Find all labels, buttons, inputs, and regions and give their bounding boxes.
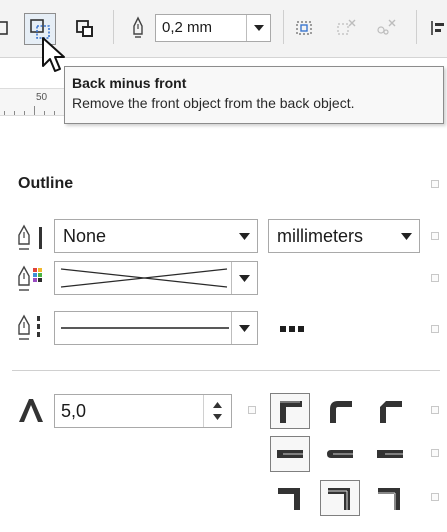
units-dropdown-value[interactable]: millimeters <box>269 220 393 252</box>
no-color-swatch <box>55 262 231 294</box>
miter-limit-field[interactable]: 5,0 <box>54 394 232 428</box>
chevron-down-icon[interactable] <box>231 312 257 344</box>
weld-disabled-icon <box>337 19 356 35</box>
extended-cap-button[interactable] <box>370 436 410 472</box>
units-dropdown[interactable]: millimeters <box>268 219 420 253</box>
lock-checkbox[interactable] <box>248 406 256 414</box>
trim-button[interactable] <box>372 15 400 41</box>
panel-title: Outline <box>18 175 74 192</box>
ruler-tick <box>4 111 5 115</box>
round-cap-icon <box>327 450 353 458</box>
lock-checkbox[interactable] <box>431 493 439 501</box>
ruler-tick <box>14 111 15 115</box>
property-bar: 0,2 mm <box>0 0 447 58</box>
mouse-cursor-icon <box>42 37 65 72</box>
lock-checkbox[interactable] <box>431 232 439 240</box>
tooltip-title: Back minus front <box>72 75 187 91</box>
bevel-corner-icon <box>380 401 402 423</box>
tooltip-description: Remove the front object from the back ob… <box>72 95 355 111</box>
outside-outline-button[interactable] <box>270 480 310 516</box>
intersect-icon <box>0 21 8 35</box>
lock-checkbox[interactable] <box>431 180 439 188</box>
miter-limit-spinner[interactable] <box>203 395 231 427</box>
inside-outline-icon <box>378 488 400 510</box>
panel-separator <box>12 370 440 371</box>
create-boundary-icon <box>296 21 312 35</box>
outline-color-icon <box>18 265 42 291</box>
create-boundary-button[interactable] <box>290 15 318 41</box>
previous-shaping-button[interactable] <box>0 18 10 38</box>
outline-pen-button[interactable] <box>126 14 150 42</box>
front-minus-back-button[interactable] <box>70 13 100 45</box>
edit-line-style-button[interactable] <box>280 326 304 332</box>
align-distribute-button[interactable] <box>426 15 447 41</box>
dot-icon <box>289 326 295 332</box>
miter-corner-button[interactable] <box>270 393 310 429</box>
outline-style-dropdown[interactable] <box>54 311 258 345</box>
align-icon <box>430 21 444 35</box>
spin-up-icon[interactable] <box>213 402 222 408</box>
ruler-tick <box>34 106 35 115</box>
centered-outline-icon <box>328 488 350 510</box>
round-corner-icon <box>330 401 352 423</box>
outline-width-value[interactable]: 0,2 mm <box>156 15 246 41</box>
chevron-down-icon[interactable] <box>393 220 419 252</box>
lock-checkbox[interactable] <box>431 449 439 457</box>
square-cap-button[interactable] <box>270 436 310 472</box>
miter-limit-value[interactable]: 5,0 <box>55 395 203 427</box>
outline-width-combo[interactable]: 0,2 mm <box>155 14 271 42</box>
ruler-tick-label: 50 <box>36 92 48 103</box>
outline-color-dropdown[interactable] <box>54 261 258 295</box>
bevel-corner-button[interactable] <box>370 393 410 429</box>
tooltip: Back minus front Remove the front object… <box>64 66 444 124</box>
outline-width-icon <box>18 224 42 250</box>
trim-disabled-icon <box>377 19 396 35</box>
chevron-down-icon[interactable] <box>231 262 257 294</box>
spin-down-icon[interactable] <box>213 414 222 420</box>
round-corner-button[interactable] <box>320 393 360 429</box>
dot-icon <box>298 326 304 332</box>
extended-cap-icon <box>377 450 403 458</box>
square-cap-icon <box>277 450 303 458</box>
toolbar-separator <box>283 10 284 44</box>
round-cap-button[interactable] <box>320 436 360 472</box>
inside-outline-button[interactable] <box>370 480 410 516</box>
lock-checkbox[interactable] <box>431 274 439 282</box>
line-style-preview <box>55 312 231 344</box>
outline-style-icon <box>18 314 40 340</box>
miter-limit-icon <box>19 399 43 422</box>
toolbar-separator <box>113 10 114 44</box>
lock-checkbox[interactable] <box>431 325 439 333</box>
front-minus-back-icon <box>76 20 93 37</box>
outside-outline-icon <box>278 488 300 510</box>
dot-icon <box>280 326 286 332</box>
horizontal-ruler: 50 <box>0 88 64 116</box>
toolbar-separator <box>416 10 417 44</box>
chevron-down-icon[interactable] <box>231 220 257 252</box>
miter-corner-icon <box>280 401 302 423</box>
weld-button[interactable] <box>332 15 360 41</box>
ruler-tick <box>24 111 25 115</box>
chevron-down-icon[interactable] <box>246 15 270 41</box>
centered-outline-button[interactable] <box>320 480 360 516</box>
ruler-tick <box>54 111 55 115</box>
ruler-tick <box>44 111 45 115</box>
outline-width-dropdown[interactable]: None <box>54 219 258 253</box>
outline-width-dropdown-value[interactable]: None <box>55 220 231 252</box>
lock-checkbox[interactable] <box>431 406 439 414</box>
pen-outline-icon <box>133 16 143 38</box>
